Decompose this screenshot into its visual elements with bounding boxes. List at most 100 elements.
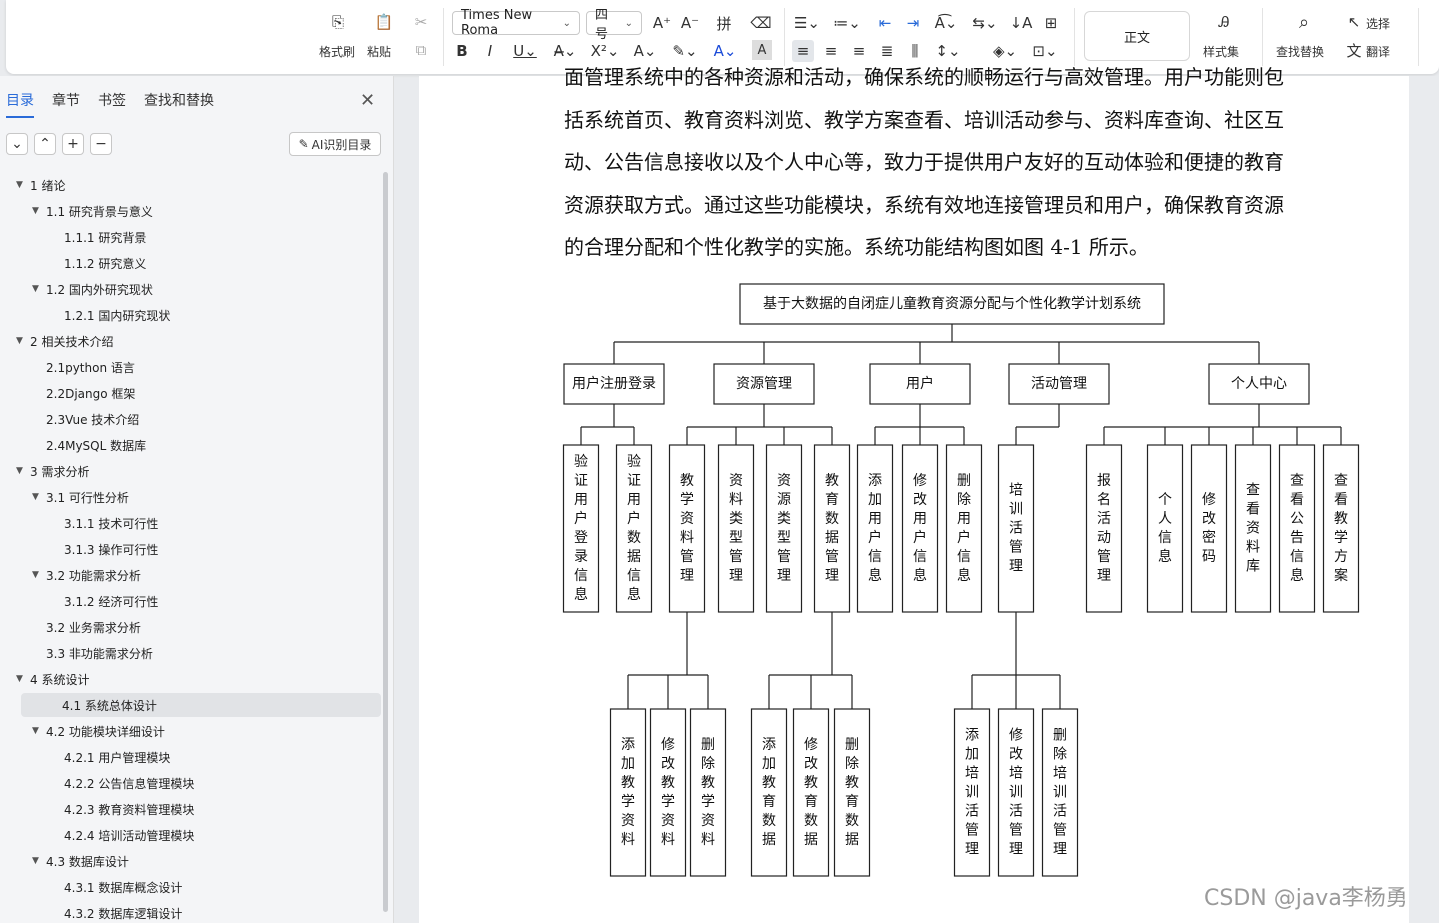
add-button[interactable]: + bbox=[62, 133, 84, 155]
cursor-icon[interactable]: ↖ bbox=[1346, 12, 1362, 32]
expand-arrow-icon[interactable]: ▼ bbox=[32, 492, 46, 502]
style-set-icon[interactable]: Ꭿ bbox=[1212, 10, 1236, 34]
text-direction-icon[interactable]: ⇆⌄ bbox=[970, 12, 1000, 34]
toc-item[interactable]: 3.3 非功能需求分析 bbox=[0, 641, 153, 665]
font-name-select[interactable]: Times New Roma ⌄ bbox=[452, 8, 580, 38]
toc-item[interactable]: ▼ 2 相关技术介绍 bbox=[0, 329, 113, 353]
toc-item[interactable]: 3.2 业务需求分析 bbox=[0, 615, 141, 639]
toc-item[interactable]: ▼ 1 绪论 bbox=[0, 173, 65, 197]
toc-item[interactable]: 3.1.1 技术可行性 bbox=[0, 511, 158, 535]
sort-icon[interactable]: ↓A bbox=[1010, 12, 1033, 34]
toc-item-label: 4.2 功能模块详细设计 bbox=[46, 724, 165, 739]
toc-item[interactable]: 4.3.1 数据库概念设计 bbox=[0, 875, 182, 899]
sub-node-label: 修改培训活管理 bbox=[1009, 728, 1023, 858]
toc-item[interactable]: ▼ 4 系统设计 bbox=[0, 667, 89, 691]
cut-icon[interactable]: ✂ bbox=[411, 12, 431, 32]
navigation-pane: 目录 章节 书签 查找和替换 ✕ ⌄ ⌃ + − ✎ AI识别目录 ▼ 1 绪论 ▼ 1… bbox=[0, 76, 394, 923]
toc-item-label: 1.2.1 国内研究现状 bbox=[64, 308, 171, 323]
select-label[interactable]: 选择 bbox=[1366, 15, 1390, 32]
toc-item[interactable]: ▼ 4.2 功能模块详细设计 bbox=[0, 719, 165, 743]
chinese-layout-icon[interactable]: A͡⌄ bbox=[930, 12, 962, 34]
increase-indent-icon[interactable]: ⇥ bbox=[902, 12, 924, 34]
expand-arrow-icon[interactable]: ▼ bbox=[16, 336, 30, 346]
sidebar-scrollbar[interactable] bbox=[383, 172, 388, 912]
toc-item-label: 3.1 可行性分析 bbox=[46, 490, 129, 505]
expand-arrow-icon[interactable]: ▼ bbox=[32, 856, 46, 866]
italic-icon[interactable]: I bbox=[480, 40, 500, 62]
bold-icon[interactable]: B bbox=[452, 40, 472, 62]
show-marks-icon[interactable]: ⊞ bbox=[1040, 12, 1062, 34]
paste-icon[interactable]: 📋 bbox=[372, 10, 396, 34]
tab-bookmarks[interactable]: 书签 bbox=[98, 90, 126, 114]
expand-arrow-icon[interactable]: ▼ bbox=[16, 674, 30, 684]
paste-label[interactable]: 粘贴 bbox=[367, 43, 391, 60]
ai-detect-toc-button[interactable]: ✎ AI识别目录 bbox=[289, 132, 381, 156]
toc-item-label: 1 绪论 bbox=[30, 178, 66, 193]
tab-chapters[interactable]: 章节 bbox=[52, 90, 80, 114]
copy-icon[interactable]: ⧉ bbox=[411, 40, 431, 60]
toc-item[interactable]: 4.2.1 用户管理模块 bbox=[0, 745, 170, 769]
toc-item-label: 4.3.2 数据库逻辑设计 bbox=[64, 906, 183, 921]
toc-item[interactable]: 3.1.2 经济可行性 bbox=[0, 589, 158, 613]
chevron-down-icon: ⌄ bbox=[624, 17, 633, 29]
toc-item[interactable]: 4.3.2 数据库逻辑设计 bbox=[0, 901, 182, 923]
toc-item[interactable]: 2.4MySQL 数据库 bbox=[0, 433, 146, 457]
close-icon[interactable]: ✕ bbox=[360, 90, 375, 111]
bullet-list-icon[interactable]: ☰⌄ bbox=[792, 12, 822, 34]
expand-arrow-icon[interactable]: ▼ bbox=[16, 180, 30, 190]
toc-item[interactable]: 4.1 系统总体设计 bbox=[21, 693, 381, 717]
toc-item-label: 3.2 业务需求分析 bbox=[46, 620, 141, 635]
module-node-label: 资源管理 bbox=[736, 376, 792, 392]
expand-arrow-icon[interactable]: ▼ bbox=[16, 466, 30, 476]
toc-item-label: 1.1.2 研究意义 bbox=[64, 256, 147, 271]
tab-find-replace[interactable]: 查找和替换 bbox=[144, 90, 214, 114]
shrink-font-icon[interactable]: A⁻ bbox=[680, 12, 700, 34]
collapse-all-button[interactable]: ⌄ bbox=[6, 133, 28, 155]
toc-item[interactable]: 4.2.2 公告信息管理模块 bbox=[0, 771, 194, 795]
toc-item[interactable]: 1.1.2 研究意义 bbox=[0, 251, 146, 275]
expand-arrow-icon[interactable]: ▼ bbox=[32, 570, 46, 580]
toc-item[interactable]: 3.1.3 操作可行性 bbox=[0, 537, 158, 561]
toc-item[interactable]: 4.2.4 培训活动管理模块 bbox=[0, 823, 194, 847]
font-size-select[interactable]: 四号 ⌄ bbox=[586, 8, 642, 42]
toc-item-label: 4.3.1 数据库概念设计 bbox=[64, 880, 183, 895]
clear-format-icon[interactable]: ⌫ bbox=[750, 12, 772, 34]
grow-font-icon[interactable]: A⁺ bbox=[652, 12, 672, 34]
sub-node bbox=[792, 708, 830, 877]
expand-arrow-icon[interactable]: ▼ bbox=[32, 726, 46, 736]
leaf-node bbox=[813, 444, 851, 613]
tab-toc[interactable]: 目录 bbox=[6, 90, 34, 118]
toc-item[interactable]: 4.2.3 教育资料管理模块 bbox=[0, 797, 194, 821]
format-painter-icon[interactable]: ⎘ bbox=[326, 10, 350, 34]
toc-item[interactable]: ▼ 3.1 可行性分析 bbox=[0, 485, 129, 509]
toc-item[interactable]: 2.3Vue 技术介绍 bbox=[0, 407, 139, 431]
sub-node bbox=[689, 708, 727, 877]
module-node-label: 用户注册登录 bbox=[572, 375, 656, 392]
style-normal-button[interactable]: 正文 bbox=[1084, 11, 1190, 61]
translate-label[interactable]: 翻译 bbox=[1366, 43, 1390, 60]
toc-item[interactable]: ▼ 3.2 功能需求分析 bbox=[0, 563, 141, 587]
toc-item[interactable]: 1.2.1 国内研究现状 bbox=[0, 303, 170, 327]
decrease-indent-icon[interactable]: ⇤ bbox=[874, 12, 896, 34]
toc-item-label: 3.2 功能需求分析 bbox=[46, 568, 141, 583]
move-up-button[interactable]: ⌃ bbox=[34, 133, 56, 155]
format-painter-label[interactable]: 格式刷 bbox=[319, 43, 355, 60]
toc-item[interactable]: ▼ 1.1 研究背景与意义 bbox=[0, 199, 153, 223]
document-page[interactable]: 面管理系统中的各种资源和活动，确保系统的顺畅运行与高效管理。用户功能则包 括系统… bbox=[419, 65, 1409, 923]
search-icon[interactable]: ⌕ bbox=[1292, 10, 1316, 34]
toc-item[interactable]: ▼ 4.3 数据库设计 bbox=[0, 849, 129, 873]
numbered-list-icon[interactable]: ≔⌄ bbox=[832, 12, 862, 34]
toc-item[interactable]: 2.1python 语言 bbox=[0, 355, 135, 379]
phonetic-icon[interactable]: 拼 bbox=[708, 12, 740, 34]
leaf-node bbox=[765, 444, 803, 613]
expand-arrow-icon[interactable]: ▼ bbox=[32, 206, 46, 216]
leaf-node bbox=[856, 444, 894, 613]
sub-node bbox=[750, 708, 788, 877]
expand-arrow-icon[interactable]: ▼ bbox=[32, 284, 46, 294]
remove-button[interactable]: − bbox=[90, 133, 112, 155]
toc-item[interactable]: 2.2Django 框架 bbox=[0, 381, 135, 405]
toc-item[interactable]: ▼ 1.2 国内外研究现状 bbox=[0, 277, 153, 301]
toc-item[interactable]: 1.1.1 研究背景 bbox=[0, 225, 146, 249]
underline-icon[interactable]: U⌄ bbox=[510, 40, 540, 62]
toc-item[interactable]: ▼ 3 需求分析 bbox=[0, 459, 89, 483]
